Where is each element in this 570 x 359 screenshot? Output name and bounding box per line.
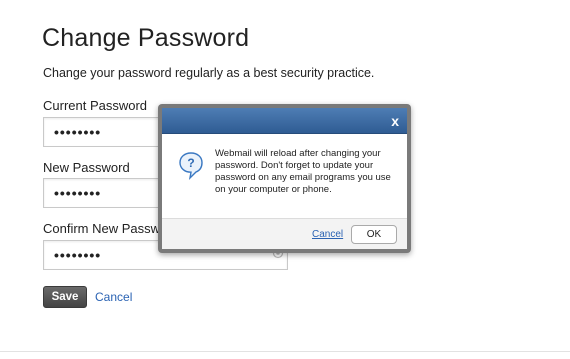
question-icon: ? bbox=[179, 152, 203, 181]
dialog-cancel-link[interactable]: Cancel bbox=[312, 229, 343, 240]
divider bbox=[0, 351, 570, 352]
dialog-body: ? Webmail will reload after changing you… bbox=[162, 134, 407, 218]
page-title: Change Password bbox=[42, 24, 250, 52]
new-password-label: New Password bbox=[43, 160, 130, 175]
dialog-header: x bbox=[162, 108, 407, 134]
dialog-footer: Cancel OK bbox=[162, 218, 407, 249]
confirm-dialog: x ? Webmail will reload after changing y… bbox=[158, 104, 411, 253]
close-icon[interactable]: x bbox=[391, 113, 399, 129]
svg-text:?: ? bbox=[187, 156, 194, 170]
current-password-label: Current Password bbox=[43, 98, 148, 113]
cancel-link[interactable]: Cancel bbox=[95, 290, 132, 304]
ok-button[interactable]: OK bbox=[351, 225, 397, 244]
page-subtitle: Change your password regularly as a best… bbox=[43, 66, 375, 80]
dialog-panel: x ? Webmail will reload after changing y… bbox=[162, 108, 407, 249]
dialog-message: Webmail will reload after changing your … bbox=[215, 148, 391, 195]
save-button[interactable]: Save bbox=[43, 286, 87, 308]
